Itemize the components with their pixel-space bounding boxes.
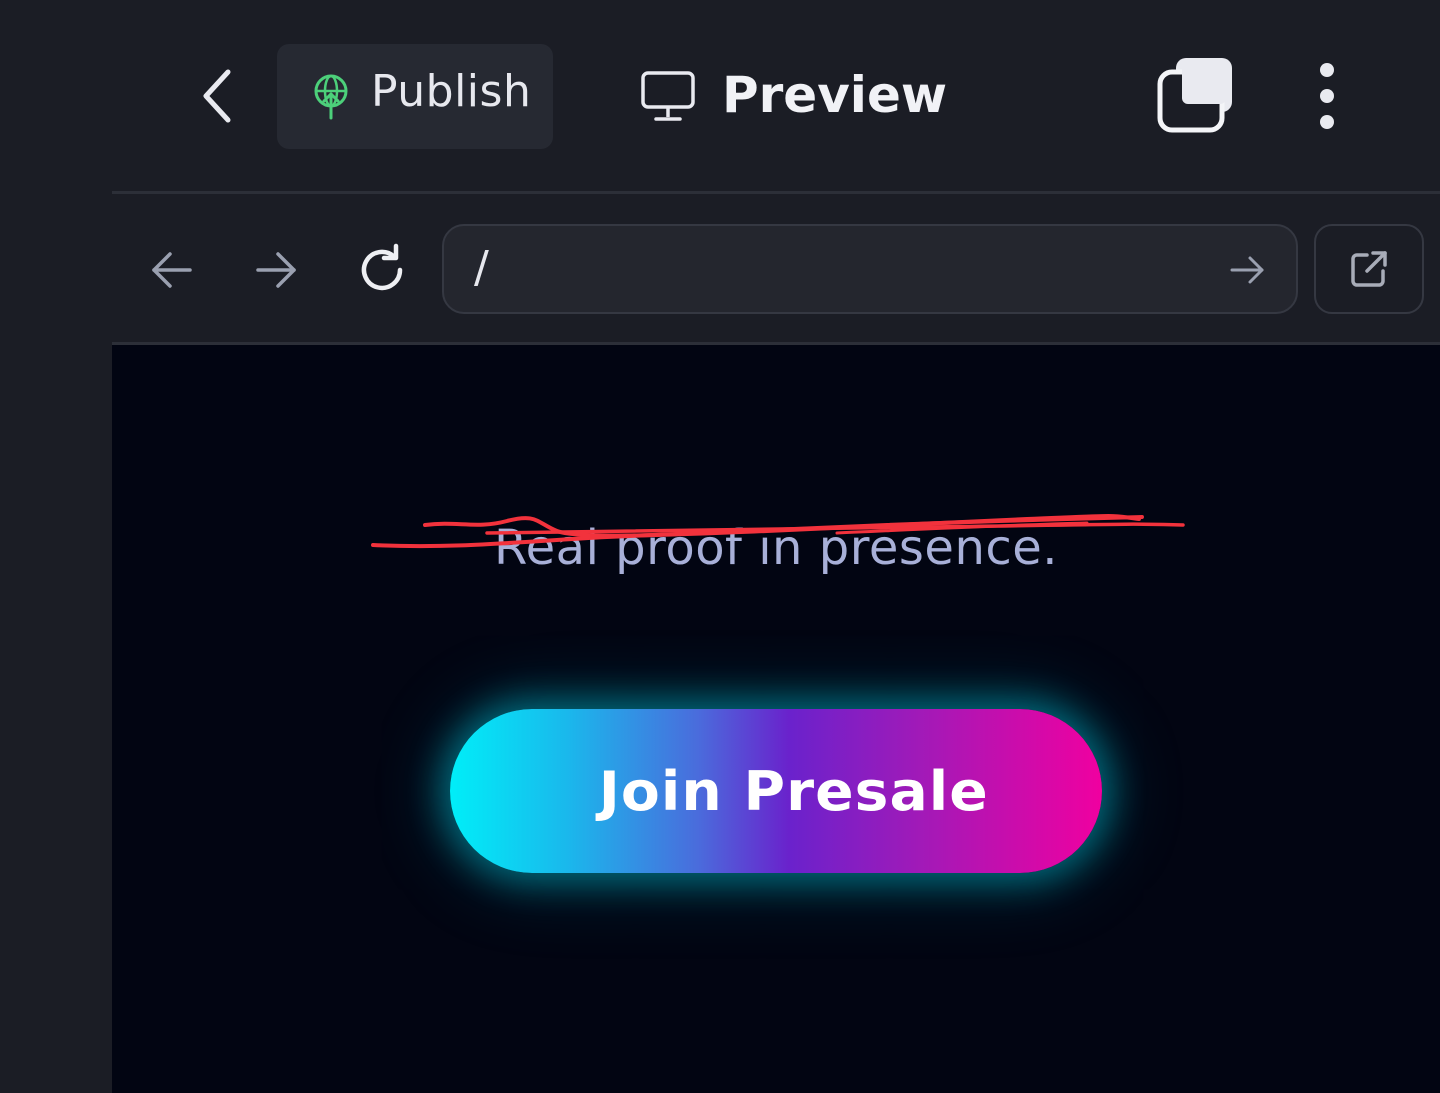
stacked-windows-icon bbox=[1157, 58, 1232, 133]
publish-button[interactable]: Publish bbox=[277, 44, 553, 149]
top-toolbar: Publish Preview bbox=[0, 0, 1440, 192]
more-menu-button[interactable] bbox=[1300, 56, 1354, 140]
join-presale-button[interactable]: Join Presale bbox=[450, 709, 1102, 873]
tab-preview-label: Preview bbox=[722, 66, 948, 124]
reload-icon bbox=[361, 243, 403, 291]
url-text: / bbox=[474, 242, 489, 293]
tagline-text: Real proof in presence. bbox=[493, 520, 1059, 576]
browser-toolbar: / bbox=[112, 194, 1440, 342]
arrow-right-icon[interactable] bbox=[1228, 248, 1268, 292]
back-button[interactable] bbox=[188, 56, 248, 136]
chevron-left-icon bbox=[203, 69, 231, 123]
preview-viewport: Real proof in presence. Join Presale bbox=[112, 345, 1440, 1093]
arrow-right-icon bbox=[256, 252, 296, 288]
external-link-icon bbox=[1351, 251, 1387, 287]
publish-label: Publish bbox=[371, 66, 532, 117]
reload-button[interactable] bbox=[352, 240, 412, 300]
tab-preview[interactable]: Preview bbox=[636, 56, 947, 138]
windows-button[interactable] bbox=[1152, 54, 1236, 138]
nav-forward-button[interactable] bbox=[246, 240, 306, 300]
monitor-icon bbox=[641, 71, 695, 121]
globe-upload-icon bbox=[314, 74, 348, 120]
nav-back-button[interactable] bbox=[142, 240, 202, 300]
open-external-button[interactable] bbox=[1314, 224, 1424, 314]
url-input[interactable]: / bbox=[442, 224, 1298, 314]
app-window: Publish Preview / Real proof in presence… bbox=[0, 0, 1440, 1093]
join-presale-label: Join Presale bbox=[598, 759, 990, 823]
arrow-left-icon bbox=[152, 252, 192, 288]
left-rail bbox=[0, 192, 112, 1093]
more-vertical-icon bbox=[1320, 63, 1334, 129]
